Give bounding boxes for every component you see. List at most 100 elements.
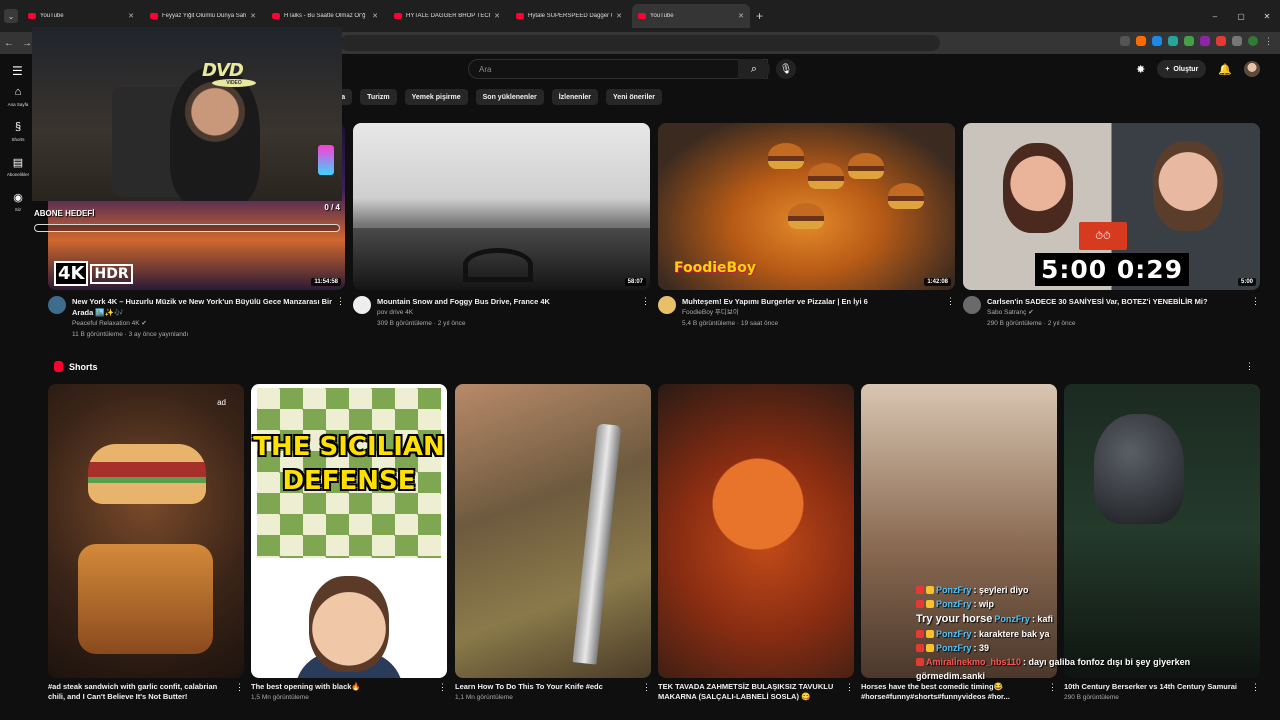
- browser-tab[interactable]: HYTALE DAGGER BHOP TECH - ✕: [388, 4, 506, 28]
- browser-tab-active[interactable]: YouTube ✕: [632, 4, 750, 28]
- tab-close-icon[interactable]: ✕: [616, 12, 622, 20]
- profile-icon[interactable]: [1248, 36, 1258, 46]
- notifications-bell-icon[interactable]: 🔔: [1218, 63, 1232, 76]
- account-avatar[interactable]: [1244, 61, 1260, 77]
- chip[interactable]: Turizm: [360, 89, 397, 105]
- browser-menu-icon[interactable]: ⋮: [1264, 36, 1274, 46]
- short-thumbnail[interactable]: THE SICILIAN DEFENSE: [251, 384, 447, 678]
- extension-icon[interactable]: [1184, 36, 1194, 46]
- browser-tab[interactable]: Feyyaz Yiğit Ölümlü Dünya Sah ✕: [144, 4, 262, 28]
- short-card[interactable]: Learn How To Do This To Your Knife #edc …: [455, 384, 651, 703]
- more-actions-icon[interactable]: ⋮: [641, 296, 650, 307]
- short-card[interactable]: THE SICILIAN DEFENSE The best opening wi…: [251, 384, 447, 703]
- more-actions-icon[interactable]: ⋮: [235, 682, 244, 693]
- cast-icon[interactable]: ✸: [1136, 63, 1145, 76]
- extensions-puzzle-icon[interactable]: [1232, 36, 1242, 46]
- more-actions-icon[interactable]: ⋮: [642, 682, 651, 693]
- close-window-button[interactable]: ✕: [1254, 12, 1280, 21]
- maximize-button[interactable]: ▢: [1228, 12, 1254, 21]
- more-actions-icon[interactable]: ⋮: [845, 682, 854, 693]
- sandwich-graphic: [78, 544, 213, 654]
- chip[interactable]: Yeni öneriler: [606, 89, 663, 105]
- browser-tab[interactable]: YouTube ✕: [22, 4, 140, 28]
- tab-close-icon[interactable]: ✕: [494, 12, 500, 20]
- more-actions-icon[interactable]: ⋮: [1251, 682, 1260, 693]
- sidebar-item-subscriptions[interactable]: ▤ Abonelikler: [0, 156, 36, 177]
- video-duration: 58:07: [624, 278, 646, 286]
- browser-tab[interactable]: HTalks - Bu Saatte Olmaz Or'ğ ✕: [266, 4, 384, 28]
- video-title[interactable]: New York 4K – Huzurlu Müzik ve New York'…: [72, 296, 333, 318]
- video-title[interactable]: Muhteşem! Ev Yapımı Burgerler ve Pizzala…: [682, 296, 943, 307]
- back-icon[interactable]: ←: [0, 38, 18, 49]
- more-actions-icon[interactable]: ⋮: [946, 296, 955, 307]
- short-title[interactable]: #ad steak sandwich with garlic confit, c…: [48, 682, 232, 702]
- video-title[interactable]: Mountain Snow and Foggy Bus Drive, Franc…: [377, 296, 638, 307]
- search-button[interactable]: ⌕: [738, 59, 770, 79]
- address-bar[interactable]: [340, 35, 940, 51]
- extension-icon[interactable]: [1136, 36, 1146, 46]
- browser-tab[interactable]: Hytale SUPERSPEED Dagger Co ✕: [510, 4, 628, 28]
- channel-avatar[interactable]: [48, 296, 66, 314]
- search-icon: ⌕: [750, 62, 758, 75]
- channel-name[interactable]: Sabo Satranç ✔: [987, 307, 1248, 318]
- short-title[interactable]: The best opening with black🔥: [251, 682, 435, 692]
- channel-name[interactable]: Peaceful Relaxation 4K ✔: [72, 318, 333, 329]
- short-card[interactable]: ad #ad steak sandwich with garlic confit…: [48, 384, 244, 702]
- channel-name[interactable]: pov drive 4K: [377, 307, 638, 318]
- shorts-logo-icon: [54, 361, 63, 372]
- chat-badge-icon: [926, 644, 934, 652]
- more-actions-icon[interactable]: ⋮: [336, 296, 345, 307]
- extension-icon[interactable]: [1168, 36, 1178, 46]
- video-card[interactable]: ⏱⏱ 5:00 0:29 5:00 Carlsen'in SADECE 30 S…: [963, 123, 1260, 329]
- channel-name[interactable]: FoodieBoy 푸디보이: [682, 307, 943, 318]
- more-actions-icon[interactable]: ⋮: [438, 682, 447, 693]
- chat-text: : 39: [973, 643, 990, 653]
- new-tab-button[interactable]: +: [756, 9, 763, 23]
- more-actions-icon[interactable]: ⋮: [1251, 296, 1260, 307]
- tab-close-icon[interactable]: ✕: [738, 12, 744, 20]
- tab-close-icon[interactable]: ✕: [250, 12, 256, 20]
- short-title[interactable]: Learn How To Do This To Your Knife #edc: [455, 682, 639, 692]
- short-thumbnail[interactable]: [455, 384, 651, 678]
- extension-icon[interactable]: [1216, 36, 1226, 46]
- extension-icon[interactable]: [1152, 36, 1162, 46]
- extension-icon[interactable]: [1120, 36, 1130, 46]
- channel-avatar[interactable]: [963, 296, 981, 314]
- extension-icon[interactable]: [1200, 36, 1210, 46]
- tab-close-icon[interactable]: ✕: [372, 12, 378, 20]
- video-duration: 1:42:08: [924, 278, 951, 286]
- channel-avatar[interactable]: [353, 296, 371, 314]
- sub-goal-progress-bar: [34, 224, 340, 232]
- video-meta: Muhteşem! Ev Yapımı Burgerler ve Pizzala…: [658, 296, 955, 329]
- minimize-button[interactable]: –: [1202, 12, 1228, 21]
- short-card[interactable]: TEK TAVADA ZAHMETSİZ BULAŞIKSIZ TAVUKLU …: [658, 384, 854, 702]
- sidebar-item-shorts[interactable]: § Shorts: [0, 121, 36, 142]
- video-thumbnail[interactable]: FoodieBoy 1:42:08: [658, 123, 955, 290]
- chat-username: PonzFry: [994, 614, 1030, 624]
- video-duration: 11:54:58: [311, 278, 341, 286]
- tab-search-button[interactable]: ⌄: [4, 9, 18, 23]
- short-thumbnail[interactable]: ad: [48, 384, 244, 678]
- short-title[interactable]: TEK TAVADA ZAHMETSİZ BULAŞIKSIZ TAVUKLU …: [658, 682, 842, 702]
- sub-goal-label: ABONE HEDEFİ: [34, 209, 95, 218]
- video-card[interactable]: 58:07 Mountain Snow and Foggy Bus Drive,…: [353, 123, 650, 329]
- short-thumbnail[interactable]: [658, 384, 854, 678]
- create-button[interactable]: + Oluştur: [1157, 60, 1207, 78]
- voice-search-button[interactable]: 🎙: [776, 59, 796, 79]
- chip[interactable]: Son yüklenenler: [475, 89, 544, 105]
- video-title[interactable]: Carlsen'in SADECE 30 SANİYESİ Var, BOTEZ…: [987, 296, 1248, 307]
- video-card[interactable]: FoodieBoy 1:42:08 Muhteşem! Ev Yapımı Bu…: [658, 123, 955, 329]
- video-thumbnail[interactable]: 58:07: [353, 123, 650, 290]
- channel-avatar[interactable]: [658, 296, 676, 314]
- chip[interactable]: İzlenenler: [551, 89, 599, 105]
- shorts-more-icon[interactable]: ⋮: [1245, 361, 1254, 372]
- chat-badge-icon: [916, 600, 924, 608]
- sidebar-item-you[interactable]: ◉ Siz: [0, 191, 36, 212]
- tab-close-icon[interactable]: ✕: [128, 12, 134, 20]
- short-title[interactable]: Horses have the best comedic timing😂 #ho…: [861, 682, 1045, 702]
- chip[interactable]: Yemek pişirme: [404, 89, 468, 105]
- guide-menu-icon[interactable]: ☰: [12, 64, 26, 78]
- sidebar-item-home[interactable]: ⌂ Ana Sayfa: [0, 86, 36, 107]
- video-thumbnail[interactable]: ⏱⏱ 5:00 0:29 5:00: [963, 123, 1260, 290]
- search-input[interactable]: Ara: [468, 59, 768, 79]
